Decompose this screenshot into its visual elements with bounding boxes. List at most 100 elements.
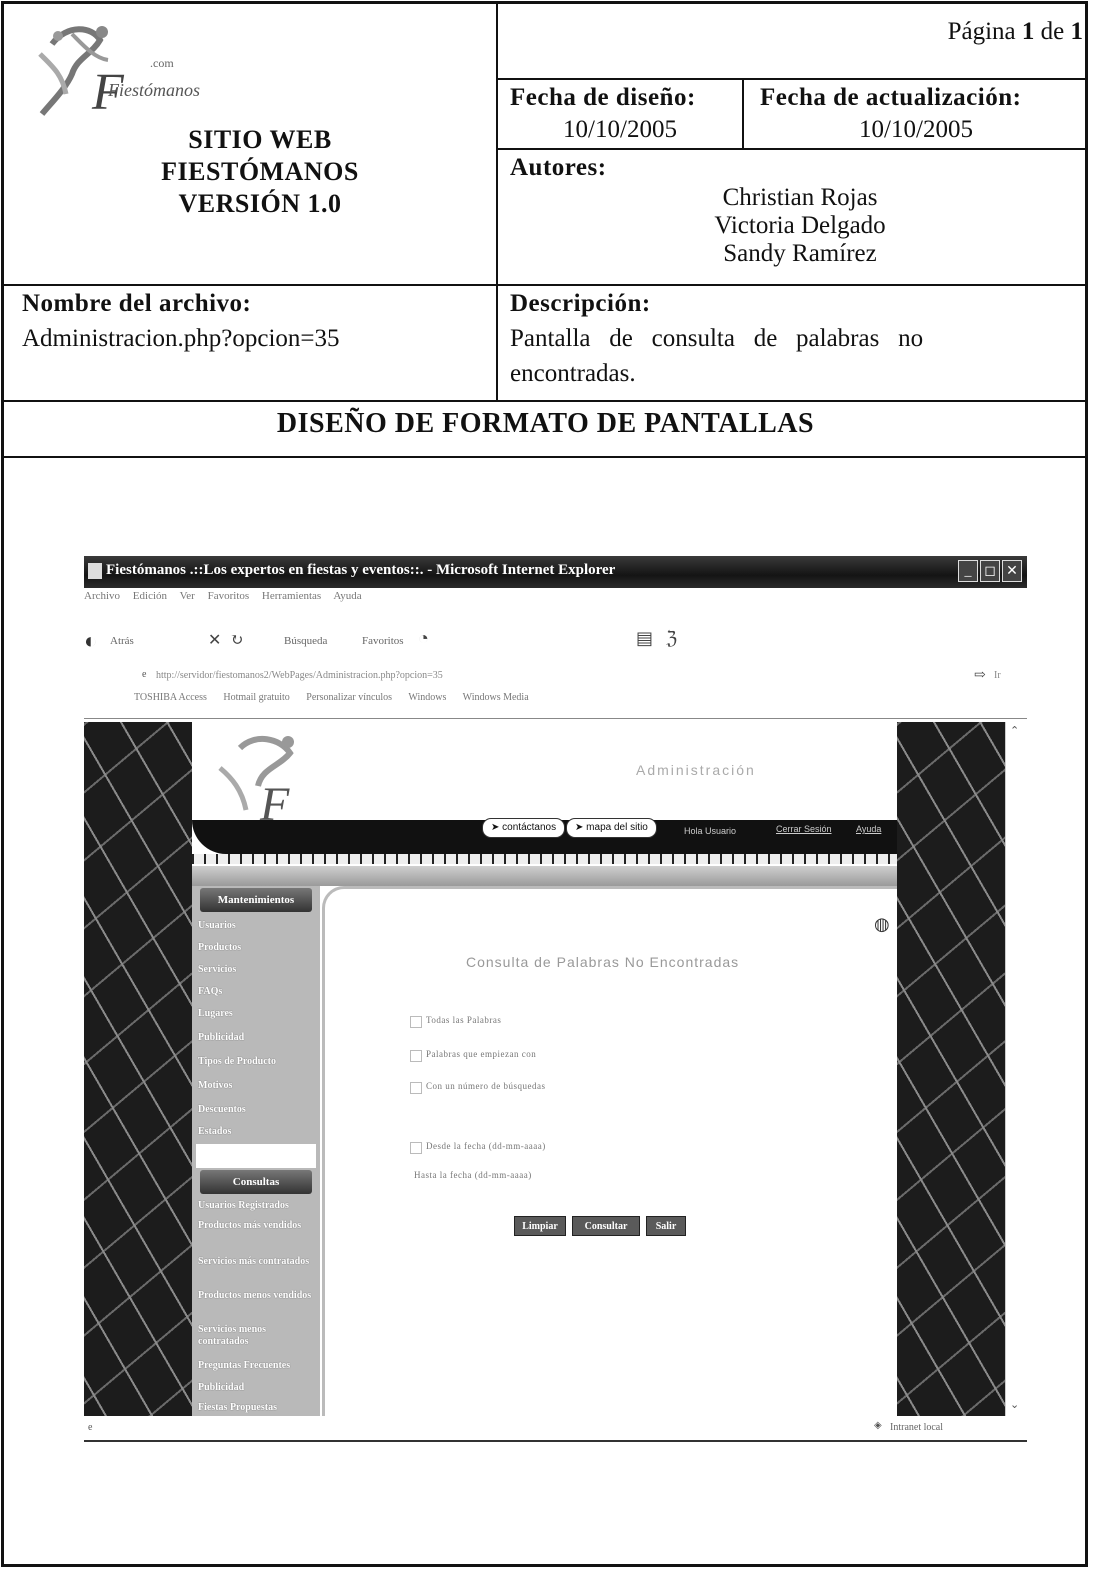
back-button[interactable]: Atrás bbox=[110, 635, 134, 647]
page-heading: Consulta de Palabras No Encontradas bbox=[466, 954, 740, 970]
sidebar-item[interactable]: Tipos de Producto bbox=[198, 1056, 316, 1068]
links-bar: TOSHIBA Access Hotmail gratuito Personal… bbox=[84, 692, 1027, 712]
minimize-icon[interactable]: _ bbox=[958, 560, 978, 582]
description-label: Descripción: bbox=[510, 290, 651, 317]
site-title-line: FIESTÓMANOS bbox=[161, 157, 359, 186]
sidebar-item[interactable]: Usuarios bbox=[198, 920, 316, 932]
sidebar-item[interactable]: Servicios menos contratados bbox=[198, 1324, 316, 1348]
history-icon[interactable]: ◔ bbox=[418, 628, 429, 649]
menu-item[interactable]: Ayuda bbox=[333, 590, 361, 602]
go-button[interactable]: Ir bbox=[994, 670, 1001, 681]
menu-item[interactable]: Archivo bbox=[84, 590, 120, 602]
arrow-icon: ➤ bbox=[575, 822, 584, 833]
sidebar-item[interactable]: Servicios más contratados bbox=[198, 1256, 316, 1268]
link-item[interactable]: Windows Media bbox=[463, 692, 529, 703]
site-title: SITIO WEB FIESTÓMANOS VERSIÓN 1.0 bbox=[60, 124, 460, 220]
admin-sidebar: Mantenimientos Usuarios Productos Servic… bbox=[192, 886, 320, 1416]
close-icon[interactable]: ✕ bbox=[1002, 560, 1022, 582]
row-divider bbox=[496, 78, 1086, 80]
option-label: Todas las Palabras bbox=[426, 1015, 502, 1025]
messenger-icon[interactable]: ℨ bbox=[666, 628, 677, 649]
author: Sandy Ramírez bbox=[723, 240, 877, 267]
go-icon[interactable]: ⇨ bbox=[974, 667, 986, 684]
option-checkbox[interactable] bbox=[410, 1050, 422, 1062]
page-icon: e bbox=[142, 669, 147, 680]
logo-com: .com bbox=[150, 56, 174, 70]
exit-button[interactable]: Salir bbox=[646, 1216, 686, 1236]
column-divider bbox=[496, 2, 498, 402]
page-number: Página 1 de 1 bbox=[947, 18, 1083, 45]
sidebar-item[interactable]: Productos más vendidos bbox=[198, 1220, 316, 1232]
scrollbar[interactable] bbox=[1005, 722, 1028, 1416]
nav-contact[interactable]: ➤ contáctanos bbox=[482, 818, 566, 838]
option-checkbox[interactable] bbox=[410, 1142, 422, 1154]
sidebar-item[interactable]: Usuarios Registrados bbox=[198, 1200, 316, 1212]
sidebar-item[interactable]: Estados bbox=[198, 1126, 316, 1138]
link-item[interactable]: Windows bbox=[408, 692, 446, 703]
option-label: Hasta la fecha (dd-mm-aaaa) bbox=[414, 1170, 532, 1180]
favorites-button[interactable]: Favoritos bbox=[362, 635, 404, 647]
scroll-up-icon[interactable]: ⌃ bbox=[1010, 724, 1019, 737]
menu-item[interactable]: Edición bbox=[133, 590, 167, 602]
maximize-icon[interactable]: ◻ bbox=[980, 560, 1000, 582]
description-line: Pantalla de consulta de palabras no bbox=[510, 325, 924, 352]
greeting: Hola Usuario bbox=[684, 826, 737, 836]
sidebar-item[interactable]: Publicidad bbox=[198, 1032, 316, 1044]
link-item[interactable]: Hotmail gratuito bbox=[223, 692, 289, 703]
sidebar-spacer bbox=[196, 1144, 316, 1168]
help-link[interactable]: Ayuda bbox=[856, 824, 881, 834]
sidebar-item[interactable]: Fiestas Propuestas bbox=[198, 1402, 316, 1414]
address-input[interactable]: http://servidor/fiestomanos2/WebPages/Ad… bbox=[156, 670, 443, 681]
sidebar-item[interactable]: FAQs bbox=[198, 986, 316, 998]
authors-label: Autores: bbox=[510, 154, 607, 181]
refresh-icon[interactable]: ↻ bbox=[230, 630, 243, 650]
fiestomanos-logo: F bbox=[38, 26, 125, 121]
site-title-line: VERSIÓN 1.0 bbox=[178, 189, 342, 218]
toolbar-separator bbox=[84, 718, 1027, 719]
ie-icon bbox=[88, 563, 102, 579]
sidebar-item[interactable]: Productos menos vendidos bbox=[198, 1290, 316, 1302]
sidebar-item[interactable]: Preguntas Frecuentes bbox=[198, 1360, 316, 1372]
option-checkbox[interactable] bbox=[410, 1082, 422, 1094]
link-item[interactable]: TOSHIBA Access bbox=[134, 692, 207, 703]
menu-item[interactable]: Ver bbox=[180, 590, 195, 602]
search-button[interactable]: Búsqueda bbox=[284, 635, 327, 647]
browser-title: Fiestómanos .::Los expertos en fiestas y… bbox=[106, 562, 616, 578]
authors-list: Christian Rojas Victoria Delgado Sandy R… bbox=[600, 184, 1000, 268]
back-icon[interactable]: ◐ bbox=[84, 628, 97, 654]
print-icon[interactable]: ▤ bbox=[636, 628, 653, 649]
update-date: 10/10/2005 bbox=[859, 116, 973, 143]
zone-icon: ◈ bbox=[874, 1420, 882, 1431]
option-label: Palabras que empiezan con bbox=[426, 1049, 537, 1059]
sidebar-item[interactable]: Servicios bbox=[198, 964, 316, 976]
clear-button[interactable]: Limpiar bbox=[514, 1216, 566, 1236]
sidebar-item[interactable]: Publicidad bbox=[198, 1382, 316, 1394]
sidebar-item[interactable]: Productos bbox=[198, 942, 316, 954]
nav-sitemap[interactable]: ➤ mapa del sitio bbox=[566, 818, 657, 838]
stop-icon[interactable]: ✕ bbox=[208, 630, 221, 650]
sidebar-item[interactable]: Lugares bbox=[198, 1008, 316, 1020]
date-divider bbox=[742, 80, 744, 150]
header-ruler bbox=[192, 854, 897, 864]
sidebar-item[interactable]: Descuentos bbox=[198, 1104, 316, 1116]
scroll-down-icon[interactable]: ⌄ bbox=[1010, 1398, 1019, 1411]
row-divider bbox=[3, 400, 1088, 402]
section-title: DISEÑO DE FORMATO DE PANTALLAS bbox=[276, 408, 815, 439]
zone-label: Intranet local bbox=[890, 1422, 944, 1433]
option-label: Con un número de búsquedas bbox=[426, 1081, 546, 1091]
help-icon[interactable]: ◍ bbox=[874, 914, 890, 935]
query-button[interactable]: Consultar bbox=[572, 1216, 640, 1236]
arrow-icon: ➤ bbox=[491, 822, 500, 833]
menu-item[interactable]: Herramientas bbox=[262, 590, 321, 602]
browser-titlebar: Fiestómanos .::Los expertos en fiestas y… bbox=[84, 556, 1027, 588]
menu-item[interactable]: Favoritos bbox=[208, 590, 250, 602]
logo-wordmark: Fiestómanos bbox=[108, 80, 200, 100]
row-divider bbox=[3, 284, 1088, 286]
sidebar-item[interactable]: Motivos bbox=[198, 1080, 316, 1092]
option-checkbox[interactable] bbox=[410, 1016, 422, 1028]
sidebar-query-title: Consultas bbox=[200, 1170, 312, 1194]
file-name-label: Nombre del archivo: bbox=[22, 290, 252, 317]
logout-link[interactable]: Cerrar Sesión bbox=[776, 824, 832, 834]
site-title-line: SITIO WEB bbox=[188, 125, 332, 154]
link-item[interactable]: Personalizar vínculos bbox=[306, 692, 392, 703]
